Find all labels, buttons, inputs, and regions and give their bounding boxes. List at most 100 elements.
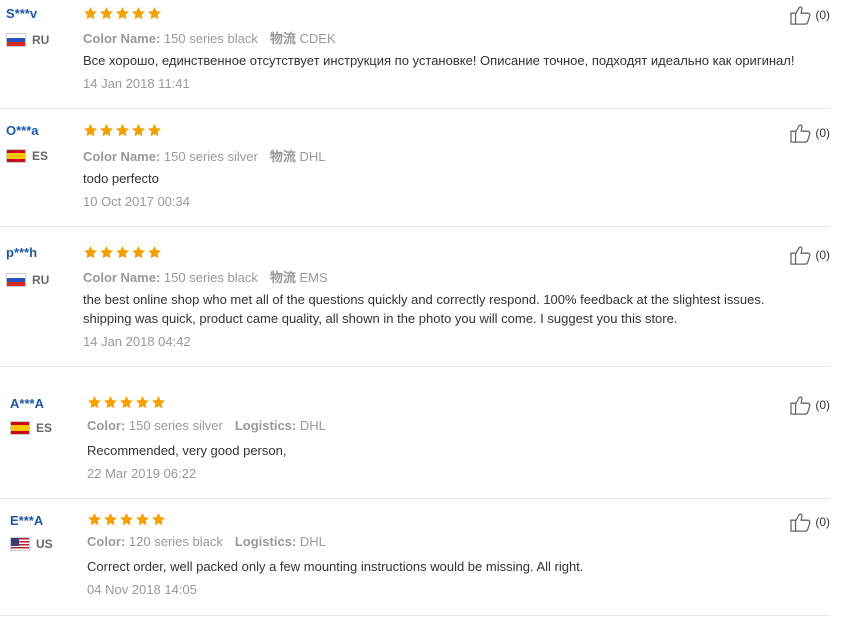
review-date: 14 Jan 2018 04:42 — [83, 334, 191, 349]
review-text: the best online shop who met all of the … — [83, 290, 764, 328]
thumbs-up-icon — [790, 123, 812, 143]
helpful-button[interactable]: (0) — [790, 512, 830, 532]
order-attributes: Color: 150 series silver Logistics: DHL — [87, 418, 326, 433]
star-icon — [99, 6, 114, 21]
star-icon — [151, 512, 166, 527]
logistics-label: Logistics: — [234, 418, 297, 433]
country-code: ES — [32, 149, 49, 163]
logistics-label: 物流 — [269, 270, 296, 285]
star-rating — [83, 6, 162, 21]
star-icon — [115, 123, 130, 138]
review-item: S***v RU Color Name: 150 series black 物流 CD… — [0, 0, 830, 109]
star-icon — [87, 512, 102, 527]
star-icon — [119, 395, 134, 410]
order-attributes: Color Name: 150 series black 物流 EMS — [83, 267, 328, 286]
star-rating — [87, 395, 166, 410]
helpful-button[interactable]: (0) — [790, 123, 830, 143]
helpful-count: (0) — [815, 126, 830, 140]
helpful-button[interactable]: (0) — [790, 5, 830, 25]
review-item: O***a ES Color Name: 150 series silver 物流 D… — [0, 108, 830, 227]
reviewer-country: ES — [6, 149, 48, 163]
spain-flag — [10, 421, 30, 435]
attr-value: 120 series black — [128, 534, 223, 549]
star-icon — [131, 6, 146, 21]
star-icon — [115, 245, 130, 260]
reviewer-name: p***h — [6, 245, 38, 260]
helpful-count: (0) — [815, 398, 830, 412]
star-icon — [115, 6, 130, 21]
star-icon — [135, 512, 150, 527]
review-text: todo perfecto — [83, 169, 159, 188]
logistics-label: 物流 — [269, 149, 296, 164]
attr-value: 150 series black — [163, 31, 258, 46]
helpful-button[interactable]: (0) — [790, 245, 830, 265]
spain-flag — [6, 149, 26, 163]
star-icon — [99, 123, 114, 138]
logistics-value: DHL — [299, 418, 326, 433]
star-icon — [103, 512, 118, 527]
thumbs-up-icon — [790, 512, 812, 532]
review-text-line: Correct order, well packed only a few mo… — [87, 559, 584, 574]
star-icon — [119, 512, 134, 527]
attr-label: Color: — [87, 534, 126, 549]
reviewer-country: US — [10, 537, 53, 551]
thumbs-up-icon — [790, 245, 812, 265]
country-code: RU — [32, 273, 50, 287]
review-item: A***A ES Color: 150 series silver Logistics… — [0, 366, 830, 499]
reviewer-name: O***a — [6, 123, 39, 138]
star-icon — [87, 395, 102, 410]
review-text-line: todo perfecto — [83, 171, 159, 186]
logistics-value: DHL — [299, 149, 326, 164]
order-attributes: Color Name: 150 series silver 物流 DHL — [83, 146, 326, 165]
attr-label: Color: — [87, 418, 126, 433]
review-text: Recommended, very good person, — [87, 441, 286, 460]
star-icon — [147, 6, 162, 21]
star-icon — [131, 245, 146, 260]
reviewer-name: E***A — [10, 513, 44, 528]
reviewer-country: RU — [6, 33, 49, 47]
review-text-line: Все хорошо, единственное отсутствует инс… — [83, 53, 795, 68]
star-icon — [103, 395, 118, 410]
logistics-value: EMS — [299, 270, 328, 285]
reviewer-country: RU — [6, 273, 49, 287]
star-icon — [135, 395, 150, 410]
star-icon — [99, 245, 114, 260]
review-date: 22 Mar 2019 06:22 — [87, 466, 197, 481]
star-icon — [147, 245, 162, 260]
helpful-count: (0) — [815, 248, 830, 262]
attr-value: 150 series black — [163, 270, 258, 285]
attr-value: 150 series silver — [163, 149, 258, 164]
reviewer-country: ES — [10, 421, 52, 435]
helpful-count: (0) — [815, 515, 830, 529]
star-icon — [83, 245, 98, 260]
reviewer-name: S***v — [6, 6, 38, 21]
country-code: US — [36, 537, 53, 551]
review-date: 14 Jan 2018 11:41 — [83, 76, 190, 91]
logistics-value: CDEK — [299, 31, 336, 46]
russia-flag — [6, 33, 26, 47]
star-icon — [131, 123, 146, 138]
review-text-line: shipping was quick, product came quality… — [83, 311, 678, 326]
star-rating — [83, 245, 162, 260]
helpful-button[interactable]: (0) — [790, 395, 830, 415]
star-rating — [87, 512, 166, 527]
star-icon — [83, 123, 98, 138]
thumbs-up-icon — [790, 395, 812, 415]
logistics-label: 物流 — [269, 31, 296, 46]
attr-value: 150 series silver — [128, 418, 223, 433]
review-text-line: Recommended, very good person, — [87, 443, 287, 458]
logistics-label: Logistics: — [234, 534, 297, 549]
logistics-value: DHL — [299, 534, 326, 549]
star-icon — [147, 123, 162, 138]
russia-flag — [6, 273, 26, 287]
attr-label: Color Name: — [83, 31, 161, 46]
attr-label: Color Name: — [83, 270, 161, 285]
attr-label: Color Name: — [83, 149, 161, 164]
review-text: Correct order, well packed only a few mo… — [87, 557, 583, 576]
order-attributes: Color: 120 series black Logistics: DHL — [87, 534, 326, 549]
usa-flag — [10, 537, 30, 551]
review-text-line: the best online shop who met all of the … — [83, 292, 765, 307]
star-icon — [151, 395, 166, 410]
review-item: E***A US Color: 120 series black Logistics:… — [0, 498, 830, 616]
review-text: Все хорошо, единственное отсутствует инс… — [83, 51, 794, 70]
